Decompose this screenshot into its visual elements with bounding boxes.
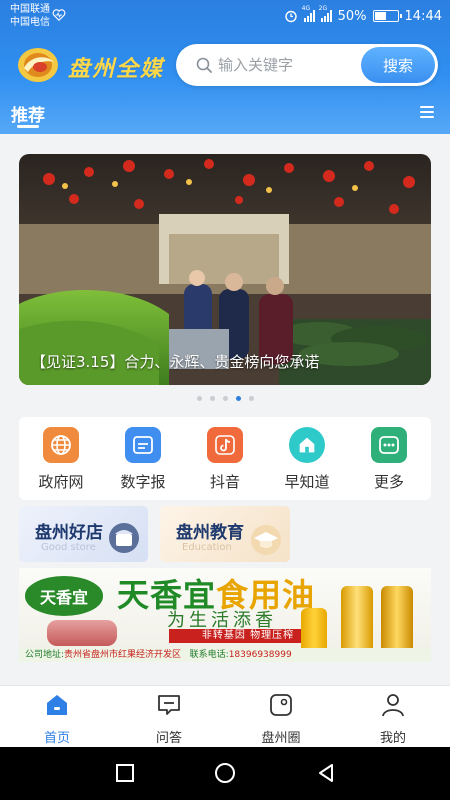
app-logo-icon [18, 48, 58, 82]
carrier-1: 中国联通 [10, 4, 50, 15]
brand-name: 盘州全媒 [68, 56, 165, 82]
carousel-dot[interactable] [196, 396, 202, 401]
tab-recommended[interactable]: 推荐 [11, 101, 45, 126]
card-good-store[interactable]: 盘州好店 Good store [19, 506, 148, 562]
user-icon [382, 694, 404, 717]
ad-phone: 18396938999 [228, 650, 292, 660]
nav-profile[interactable]: 我的 [358, 692, 428, 746]
home-icon [47, 695, 67, 715]
banner-carousel[interactable]: 【见证3.15】合力、永辉、贵金榜向您承诺 [19, 154, 431, 385]
home-button-icon[interactable] [215, 763, 235, 783]
more-icon [371, 427, 407, 463]
carrier-info: 中国联通 中国电信 [10, 3, 50, 29]
network-type-2: 2G [318, 5, 328, 12]
nav-circle[interactable]: 盘州圈 [246, 692, 316, 746]
ad-banner[interactable]: 天香宜 天香宜食用油 为生活添香 非转基因 物理压榨 公司地址:贵州省盘州市红果… [19, 568, 431, 662]
heart-icon [52, 9, 66, 22]
music-note-icon [207, 427, 243, 463]
store-icon [109, 523, 139, 553]
quick-link-early-news[interactable]: 早知道 [277, 427, 337, 492]
quick-link-douyin[interactable]: 抖音 [195, 427, 255, 492]
nav-home[interactable]: 首页 [22, 692, 92, 746]
app-bar: 盘州全媒 搜索 [0, 40, 450, 90]
card-title: 盘州好店 [35, 523, 103, 543]
graduation-cap-icon [251, 525, 281, 555]
quick-link-label: 早知道 [284, 473, 330, 491]
bottom-nav: 首页 问答 盘州圈 我的 [0, 685, 450, 747]
card-subtitle: Education [182, 542, 232, 553]
quick-link-more[interactable]: 更多 [359, 427, 419, 492]
search-bar: 搜索 [176, 44, 438, 86]
battery-percent: 50% [337, 8, 367, 24]
search-button[interactable]: 搜索 [361, 47, 435, 83]
back-icon[interactable] [316, 763, 336, 783]
search-input[interactable] [218, 52, 358, 78]
nav-label: 首页 [43, 731, 70, 746]
quick-link-label: 抖音 [209, 473, 240, 491]
ad-meat-image [47, 620, 117, 646]
home-icon [289, 427, 325, 463]
alarm-icon [284, 10, 297, 23]
ad-bottle-image [341, 586, 373, 656]
nav-label: 问答 [155, 731, 182, 746]
ad-footer: 公司地址:贵州省盘州市红果经济开发区 联系电话:18396938999 [19, 648, 431, 662]
status-right: 4G 2G 50% 14:44 [284, 5, 442, 26]
tab-indicator [17, 125, 39, 128]
quick-link-label: 数字报 [120, 473, 166, 491]
status-bar: 中国联通 中国电信 4G 2G 50% 14:44 [0, 0, 450, 34]
quick-link-label: 政府网 [38, 473, 84, 491]
search-icon [196, 57, 212, 73]
ad-phone-label: 联系电话: [189, 650, 229, 660]
carousel-dot[interactable] [209, 396, 215, 401]
chat-icon [158, 695, 180, 715]
globe-icon [43, 427, 79, 463]
carousel-dot[interactable] [235, 396, 241, 401]
card-subtitle: Good store [41, 542, 96, 553]
card-education[interactable]: 盘州教育 Education [160, 506, 290, 562]
signal-icon: 2G [319, 5, 332, 22]
card-title: 盘州教育 [176, 523, 244, 543]
newspaper-icon [125, 427, 161, 463]
circle-icon [270, 694, 292, 716]
ad-logo: 天香宜 [25, 576, 103, 616]
carousel-dots [0, 396, 450, 401]
battery-icon [372, 10, 402, 22]
banner-caption: 【见证3.15】合力、永辉、贵金榜向您承诺 [31, 353, 320, 371]
tab-bar: 推荐 [0, 96, 450, 132]
menu-icon[interactable] [420, 106, 434, 118]
quick-link-label: 更多 [373, 473, 404, 491]
carousel-dot[interactable] [222, 396, 228, 401]
header: 中国联通 中国电信 4G 2G 50% 14:44 盘州全媒 输入关键字 搜索 … [0, 0, 450, 134]
clock: 14:44 [404, 8, 442, 24]
nav-qa[interactable]: 问答 [134, 692, 204, 746]
nav-label: 我的 [379, 731, 406, 746]
ad-bottle-image [381, 586, 413, 656]
nav-label: 盘州圈 [261, 731, 301, 746]
quick-link-digital-paper[interactable]: 数字报 [113, 427, 173, 492]
ad-address: 贵州省盘州市红果经济开发区 [64, 650, 182, 660]
carousel-dot[interactable] [248, 396, 254, 401]
main-content: 【见证3.15】合力、永辉、贵金榜向您承诺 政府网 数字报 抖音 早知道 更多 … [0, 134, 450, 685]
network-type-1: 4G [301, 5, 311, 12]
recent-apps-icon[interactable] [116, 764, 134, 782]
signal-icon: 4G [302, 5, 315, 22]
system-nav-bar [0, 747, 450, 800]
quick-link-gov[interactable]: 政府网 [31, 427, 91, 492]
ad-address-label: 公司地址: [25, 650, 65, 660]
carrier-2: 中国电信 [10, 17, 50, 28]
quick-links: 政府网 数字报 抖音 早知道 更多 [19, 417, 431, 500]
